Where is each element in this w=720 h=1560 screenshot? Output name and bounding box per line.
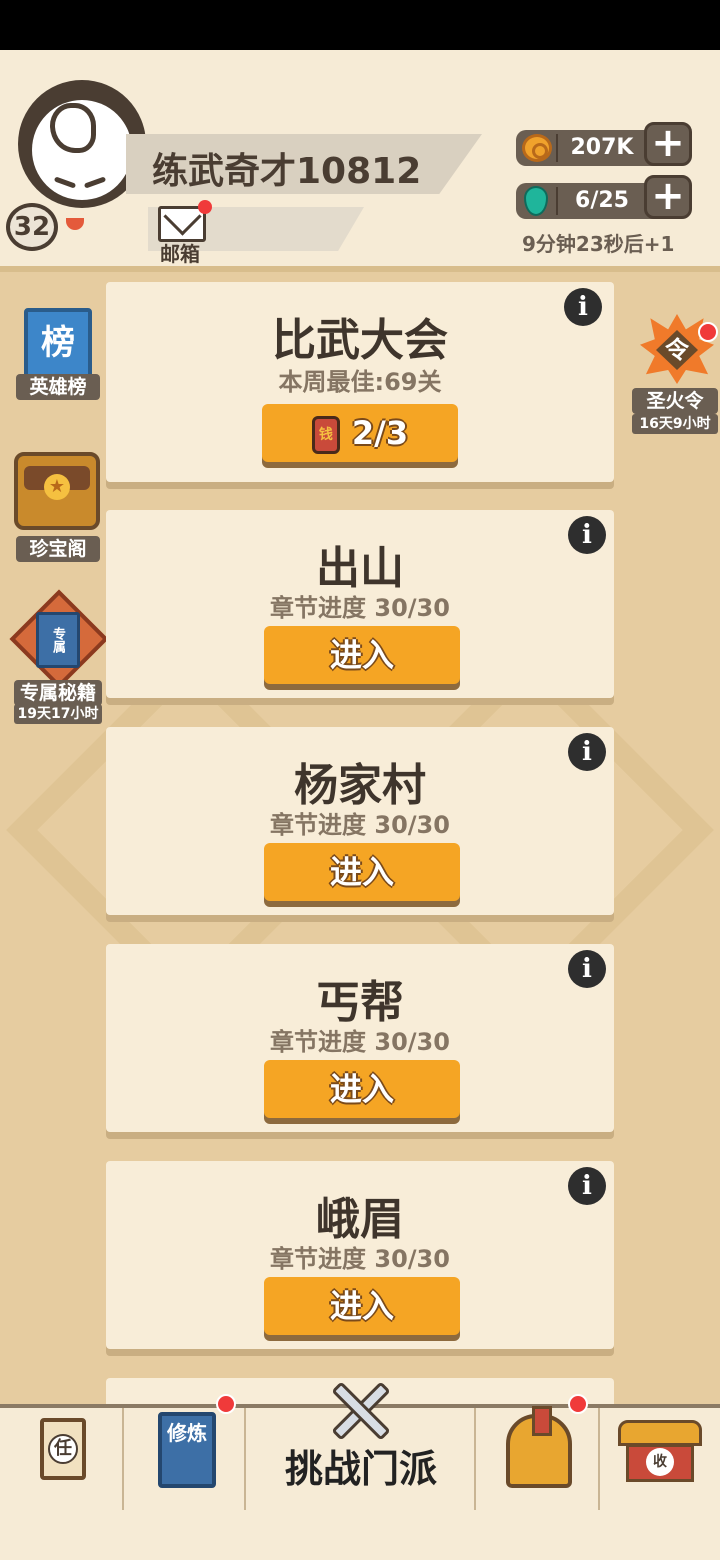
- add-coins-button[interactable]: +: [644, 122, 692, 166]
- system-home-bar: [0, 1510, 720, 1560]
- enter-button[interactable]: 进入: [264, 843, 460, 901]
- collect-house-icon[interactable]: 收: [618, 1420, 702, 1486]
- chapter-card[interactable]: 杨家村 章节进度 30/30 i 进入: [106, 727, 614, 915]
- chapter-progress: 章节进度 30/30: [270, 811, 450, 839]
- chapter-card[interactable]: 出山 章节进度 30/30 i 进入: [106, 510, 614, 698]
- stamina-timer: 9分钟23秒后+1: [522, 232, 675, 256]
- chapter-progress: 章节进度 30/30: [270, 594, 450, 622]
- hero-ranking-label[interactable]: 英雄榜: [16, 374, 100, 400]
- tournament-attempts: 2/3: [351, 414, 409, 452]
- chapter-card[interactable]: 丐帮 章节进度 30/30 i 进入: [106, 944, 614, 1132]
- tournament-best: 本周最佳:69关: [278, 368, 442, 396]
- chapter-progress: 章节进度 30/30: [270, 1245, 450, 1273]
- avatar-head-crest: [50, 103, 96, 153]
- treasure-chest-icon[interactable]: [14, 452, 100, 530]
- training-notification-dot: [216, 1394, 236, 1414]
- info-icon[interactable]: i: [564, 288, 602, 326]
- player-name: 练武奇才10812: [152, 151, 422, 192]
- level-badge: 32: [6, 203, 58, 251]
- task-scroll-icon[interactable]: 任: [40, 1418, 86, 1480]
- holy-fire-notification-dot: [698, 322, 718, 342]
- chapter-title: 峨眉: [316, 1194, 404, 1245]
- treasure-pavilion-label[interactable]: 珍宝阁: [16, 536, 100, 562]
- stamina-value: 6/25: [575, 188, 629, 213]
- holy-fire-token-label[interactable]: 圣火令: [632, 388, 718, 414]
- equipment-notification-dot: [568, 1394, 588, 1414]
- exclusive-manual-label[interactable]: 专属秘籍: [14, 680, 102, 706]
- info-icon[interactable]: i: [568, 516, 606, 554]
- chapter-title: 丐帮: [316, 977, 404, 1028]
- challenge-sect-label[interactable]: 挑战门派: [246, 1438, 476, 1493]
- helmet-icon[interactable]: [506, 1406, 572, 1488]
- chapter-progress: 章节进度 30/30: [270, 1028, 450, 1056]
- info-icon[interactable]: i: [568, 1167, 606, 1205]
- hero-ranking-icon[interactable]: 榜: [24, 308, 92, 378]
- task-glyph: 任: [48, 1434, 78, 1464]
- chapter-card[interactable]: 峨眉 章节进度 30/30 i 进入: [106, 1161, 614, 1349]
- crossed-swords-icon: [322, 1381, 396, 1441]
- training-book-icon[interactable]: 修炼: [158, 1412, 216, 1488]
- add-stamina-button[interactable]: +: [644, 175, 692, 219]
- status-bar: [0, 0, 720, 50]
- mail-notification-dot: [198, 200, 212, 214]
- info-icon[interactable]: i: [568, 950, 606, 988]
- tournament-attempts-button[interactable]: 钱 2/3: [262, 404, 458, 462]
- tournament-title: 比武大会: [272, 315, 448, 366]
- info-icon[interactable]: i: [568, 733, 606, 771]
- house-roof: [618, 1420, 702, 1446]
- enter-button[interactable]: 进入: [264, 626, 460, 684]
- mail-label[interactable]: 邮箱: [160, 238, 200, 267]
- enter-button[interactable]: 进入: [264, 1060, 460, 1118]
- coin-token-icon: 钱: [311, 416, 340, 454]
- collect-glyph: 收: [646, 1448, 674, 1476]
- exclusive-manual-timer: 19天17小时: [14, 704, 102, 724]
- holy-fire-token-timer: 16天9小时: [632, 414, 718, 434]
- tournament-card[interactable]: 比武大会 本周最佳:69关 i 钱 2/3: [106, 282, 614, 482]
- coin-icon: [522, 134, 552, 162]
- chapter-title: 出山: [316, 543, 404, 594]
- exclusive-manual-book-icon[interactable]: 专属: [36, 612, 80, 668]
- chapter-title: 杨家村: [294, 760, 426, 811]
- coins-value: 207K: [570, 135, 634, 160]
- enter-button[interactable]: 进入: [264, 1277, 460, 1335]
